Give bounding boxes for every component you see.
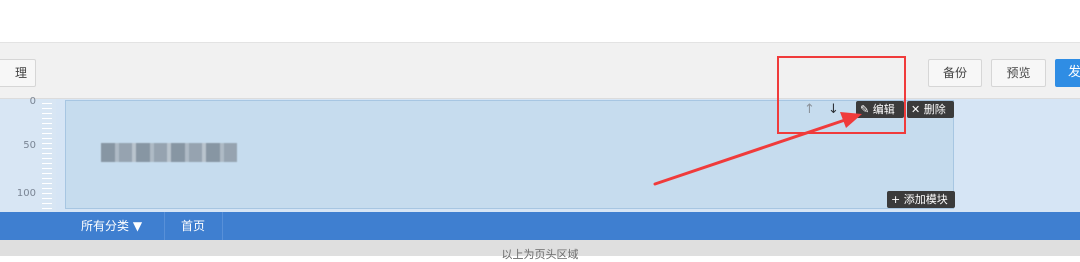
- close-icon: ✕: [911, 103, 921, 116]
- footer-text: 以上为页头区域: [501, 248, 579, 261]
- nav-item-all-categories[interactable]: 所有分类 ▼: [65, 212, 165, 240]
- add-module-button[interactable]: + 添加模块: [887, 191, 955, 208]
- top-toolbar: 理 备份 预览 发: [0, 42, 1080, 99]
- nav-item-home[interactable]: 首页: [165, 212, 223, 240]
- preview-button[interactable]: 预览: [991, 59, 1046, 87]
- nav-bar: 所有分类 ▼ 首页: [0, 212, 1080, 240]
- ruler-label-100: 100: [16, 188, 36, 199]
- plus-icon: +: [891, 193, 901, 206]
- delete-button[interactable]: ✕ 删除: [907, 101, 954, 118]
- annotation-highlight-box: [777, 56, 906, 134]
- manage-button[interactable]: 理: [0, 59, 36, 87]
- add-module-label: 添加模块: [903, 193, 948, 206]
- backup-button[interactable]: 备份: [928, 59, 982, 87]
- blurred-logo-text: [101, 143, 237, 162]
- ruler-label-50: 50: [23, 140, 36, 151]
- publish-button[interactable]: 发: [1055, 59, 1080, 87]
- delete-label: 删除: [923, 103, 946, 116]
- ruler-label-0: 0: [29, 96, 36, 107]
